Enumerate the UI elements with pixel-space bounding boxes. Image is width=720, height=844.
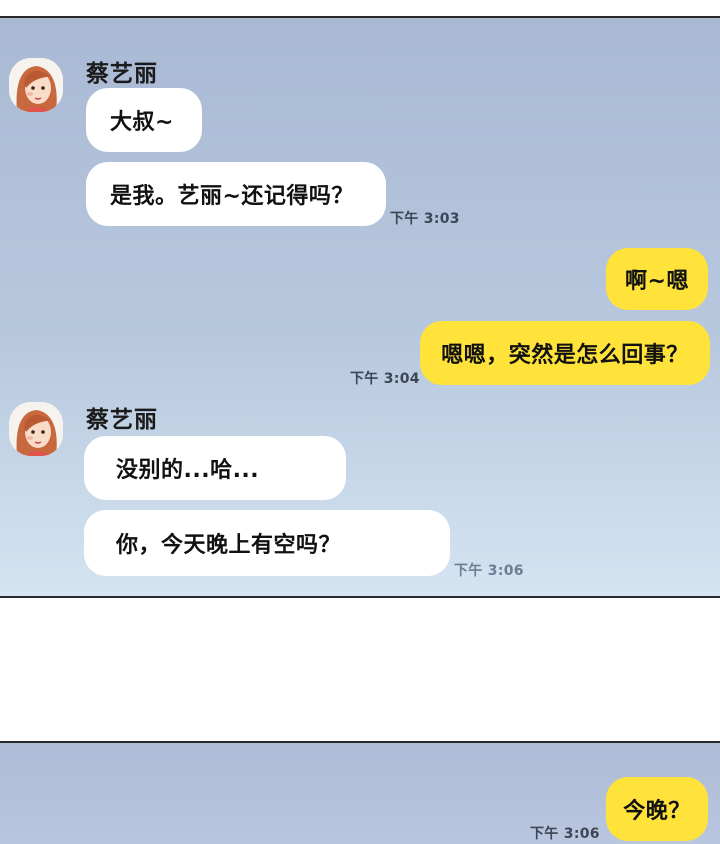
chat-panel-2: 今晚？ 下午 3:06: [0, 741, 720, 844]
woman-avatar-icon-graphic: [9, 402, 63, 456]
message-timestamp: 下午 3:04: [350, 371, 420, 387]
sender-name: 蔡艺丽: [86, 407, 158, 433]
woman-avatar-icon[interactable]: [9, 402, 63, 456]
message-timestamp: 下午 3:03: [390, 211, 460, 227]
comic-page: 蔡艺丽 大叔~ 是我。艺丽~还记得吗？ 下午 3:03 啊~嗯 嗯嗯，突然是怎么…: [0, 0, 720, 844]
incoming-message-bubble[interactable]: 是我。艺丽~还记得吗？: [86, 162, 386, 226]
woman-avatar-icon[interactable]: [9, 58, 63, 112]
incoming-message-bubble[interactable]: 大叔~: [86, 88, 202, 152]
outgoing-message-bubble[interactable]: 今晚？: [606, 777, 708, 841]
chat-panel-1: 蔡艺丽 大叔~ 是我。艺丽~还记得吗？ 下午 3:03 啊~嗯 嗯嗯，突然是怎么…: [0, 16, 720, 598]
woman-avatar-icon-graphic: [9, 58, 63, 112]
outgoing-message-bubble[interactable]: 嗯嗯，突然是怎么回事？: [420, 321, 710, 385]
message-timestamp: 下午 3:06: [454, 563, 524, 579]
sender-name: 蔡艺丽: [86, 61, 158, 87]
outgoing-message-bubble[interactable]: 啊~嗯: [606, 248, 708, 310]
message-timestamp: 下午 3:06: [530, 826, 600, 842]
incoming-message-bubble[interactable]: 你，今天晚上有空吗？: [84, 510, 450, 576]
incoming-message-bubble[interactable]: 没别的...哈...: [84, 436, 346, 500]
